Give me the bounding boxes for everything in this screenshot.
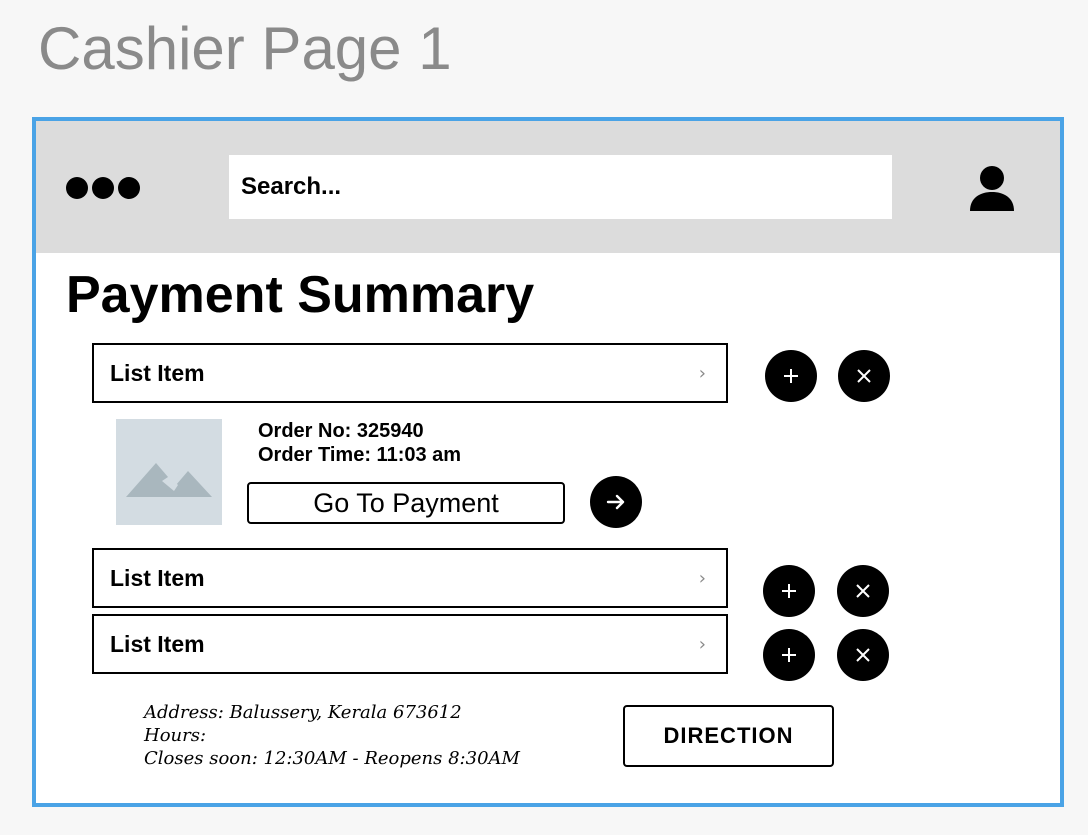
list-item[interactable]: List Item › [92,548,728,608]
list-item[interactable]: List Item › [92,343,728,403]
plus-icon [782,584,796,598]
direction-button[interactable]: DIRECTION [623,705,834,767]
more-dots-icon[interactable] [66,177,140,199]
add-button[interactable] [765,350,817,402]
close-icon [856,584,870,598]
arrow-right-button[interactable] [590,476,642,528]
plus-icon [782,648,796,662]
page-title: Cashier Page 1 [38,15,452,82]
close-icon [857,369,871,383]
user-icon[interactable] [967,165,1017,213]
plus-icon [784,369,798,383]
list-item[interactable]: List Item › [92,614,728,674]
search-input[interactable] [229,155,892,219]
hours-label: Hours: [144,725,207,746]
arrow-right-icon [606,494,625,510]
payment-summary-heading: Payment Summary [66,266,535,324]
header-bar [36,121,1060,253]
list-item-label: List Item [110,359,205,386]
list-item-label: List Item [110,564,205,591]
order-details: Order No: 325940 Order Time: 11:03 am [258,419,461,467]
remove-button[interactable] [837,629,889,681]
remove-button[interactable] [838,350,890,402]
close-icon [856,648,870,662]
remove-button[interactable] [837,565,889,617]
chevron-right-icon: › [698,362,706,384]
add-button[interactable] [763,565,815,617]
order-number: Order No: 325940 [258,420,424,442]
chevron-right-icon: › [698,633,706,655]
hours-line: Closes soon: 12:30AM - Reopens 8:30AM [144,748,520,769]
store-info: Address: Balussery, Kerala 673612 Hours:… [144,701,520,770]
chevron-right-icon: › [698,567,706,589]
image-placeholder-icon [116,419,222,525]
list-item-label: List Item [110,630,205,657]
app-frame: Payment Summary List Item › Order No: 32… [32,117,1064,807]
go-to-payment-button[interactable]: Go To Payment [247,482,565,524]
order-time: Order Time: 11:03 am [258,444,462,466]
add-button[interactable] [763,629,815,681]
address-line: Address: Balussery, Kerala 673612 [144,702,462,723]
